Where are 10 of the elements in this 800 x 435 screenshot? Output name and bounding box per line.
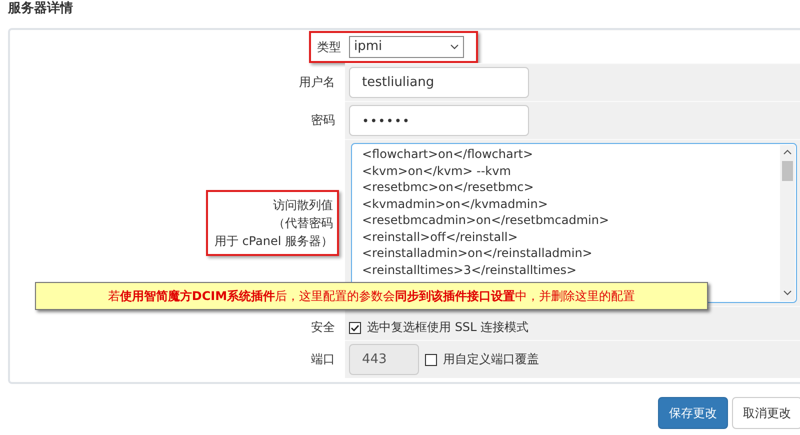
field-label: 用户名 [298, 74, 336, 91]
field-label: 类型 [317, 39, 341, 56]
field-label: 访问散列值 （代替密码 用于 cPanel 服务器） [206, 190, 339, 256]
field-label: 端口 [310, 351, 336, 368]
field-label: 安全 [310, 319, 336, 336]
checkbox-label: 用自定义端口覆盖 [443, 351, 539, 368]
section-title: 服务器详情 [8, 2, 74, 18]
note-tooltip: 若使用智简魔方DCIM系统插件后，这里配置的参数会同步到该插件接口设置中，并删除这里的配置 [35, 282, 708, 310]
field-label: 密码 [310, 112, 336, 129]
checkbox-label: 选中复选框使用 SSL 连接模式 [367, 319, 529, 336]
